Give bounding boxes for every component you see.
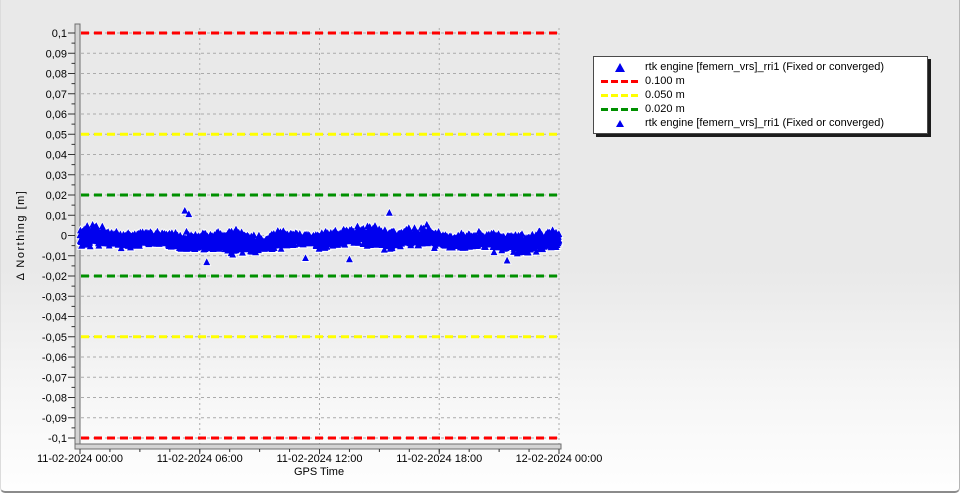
legend-entry-label: 0.050 m xyxy=(645,89,685,101)
legend-box: rtk engine [femern_vrs]_rri1 (Fixed or c… xyxy=(593,56,928,134)
legend-dash-line-icon xyxy=(600,79,640,83)
legend-entry-label: rtk engine [femern_vrs]_rri1 (Fixed or c… xyxy=(645,61,885,73)
legend-triangle-marker-icon xyxy=(600,119,640,127)
dashes-icon xyxy=(601,93,639,97)
x-axis-title: GPS Time xyxy=(293,466,345,478)
y-tick-label: 0,04 xyxy=(46,150,67,162)
triangle-icon xyxy=(615,62,625,72)
legend-entry: 0.020 m xyxy=(594,102,927,116)
y-tick-label: 0,03 xyxy=(46,170,67,182)
x-tick-label: 11-02-2024 06:00 xyxy=(157,453,243,465)
x-tick-label: 11-02-2024 00:00 xyxy=(37,453,123,465)
legend-entry-label: 0.100 m xyxy=(645,75,685,87)
y-tick-label: 0,07 xyxy=(46,89,67,101)
x-tick-label: 11-02-2024 18:00 xyxy=(396,453,482,465)
triangle-icon xyxy=(616,119,624,127)
y-tick-label: -0,04 xyxy=(42,312,67,324)
y-tick-label: 0,01 xyxy=(46,210,67,222)
y-axis-title: Δ Northing [m] xyxy=(15,189,27,281)
legend-entry: 0.050 m xyxy=(594,88,927,102)
y-tick-label: 0,1 xyxy=(52,28,67,40)
dashes-icon xyxy=(601,107,639,111)
y-tick-label: 0 xyxy=(61,231,67,243)
x-tick-label: 11-02-2024 12:00 xyxy=(276,453,362,465)
legend-dash-line-icon xyxy=(600,107,640,111)
legend-entry: 0.100 m xyxy=(594,74,927,88)
y-tick-label: -0,09 xyxy=(42,413,67,425)
legend-dash-line-icon xyxy=(600,93,640,97)
y-tick-label: -0,05 xyxy=(42,332,67,344)
x-tick-label: 12-02-2024 00:00 xyxy=(516,453,603,465)
y-tick-label: -0,06 xyxy=(42,352,67,364)
y-tick-label: -0,1 xyxy=(48,433,67,445)
plot-window: 0,1 0,09 0,08 0,07 0,06 0,05 0,04 0,03 0,02 0,01 0… xyxy=(0,0,960,493)
y-tick-label: 0,09 xyxy=(46,48,67,60)
legend-entry-label: 0.020 m xyxy=(645,103,685,115)
legend-triangle-marker-icon xyxy=(600,62,640,72)
y-tick-label: -0,03 xyxy=(42,291,67,303)
dashes-icon xyxy=(601,79,639,83)
y-tick-label: -0,01 xyxy=(42,251,67,263)
legend-entry: rtk engine [femern_vrs]_rri1 (Fixed or c… xyxy=(594,60,927,74)
y-tick-label: 0,06 xyxy=(46,109,67,121)
y-tick-label: 0,02 xyxy=(46,190,67,202)
y-tick-label: -0,08 xyxy=(42,393,67,405)
y-tick-label: -0,07 xyxy=(42,372,67,384)
legend-entry: rtk engine [femern_vrs]_rri1 (Fixed or c… xyxy=(594,116,927,130)
y-tick-label: 0,05 xyxy=(46,129,67,141)
legend-entry-label: rtk engine [femern_vrs]_rri1 (Fixed or c… xyxy=(645,117,885,129)
y-tick-label: 0,08 xyxy=(46,69,67,81)
y-tick-label: -0,02 xyxy=(42,271,67,283)
x-axis-bar xyxy=(74,443,562,450)
